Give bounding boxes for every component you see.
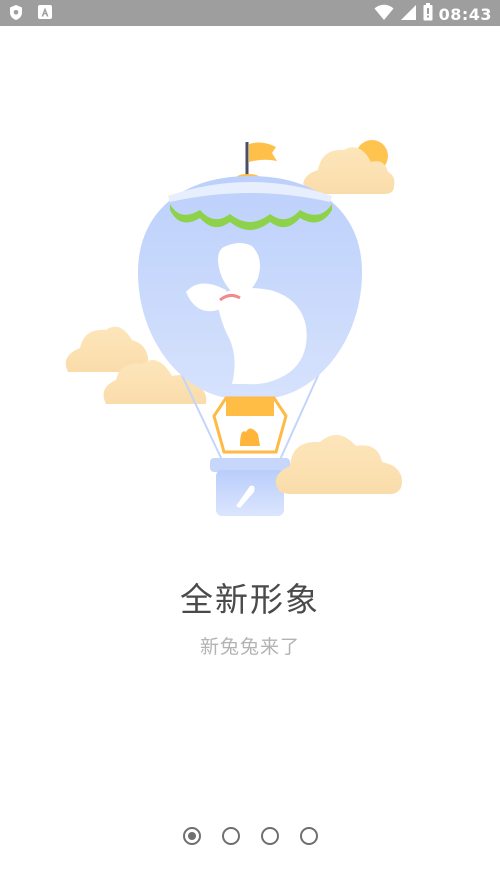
cloud-bottom-right bbox=[275, 434, 402, 494]
shield-icon bbox=[9, 4, 23, 25]
hot-air-balloon-illustration bbox=[0, 120, 500, 540]
page-subtitle: 新兔兔来了 bbox=[199, 636, 300, 658]
clock-time: 08:43 bbox=[438, 4, 492, 24]
basket-rim bbox=[210, 458, 290, 472]
app-notification-icon bbox=[37, 4, 53, 25]
battery-icon bbox=[423, 3, 433, 25]
signal-icon bbox=[400, 4, 417, 25]
page-dot-1[interactable] bbox=[182, 827, 201, 845]
page-dot-3[interactable] bbox=[260, 827, 279, 845]
wifi-icon bbox=[374, 4, 394, 25]
page-dot-4[interactable] bbox=[299, 827, 318, 845]
page-indicator bbox=[0, 827, 500, 845]
page-title: 全新形象 bbox=[180, 580, 320, 619]
status-bar: 08:43 bbox=[0, 0, 500, 26]
page-dot-2[interactable] bbox=[221, 827, 240, 845]
flag bbox=[249, 142, 277, 162]
